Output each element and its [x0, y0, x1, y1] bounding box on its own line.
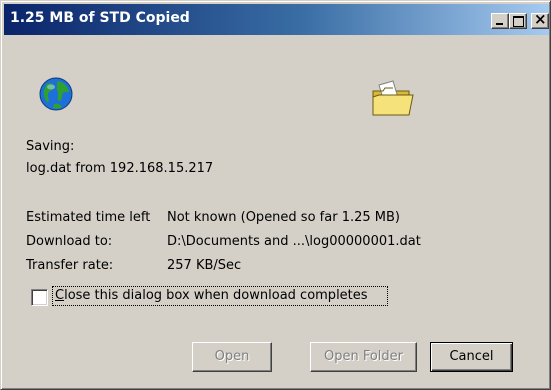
maximize-icon: [513, 16, 524, 27]
transfer-rate-value: 257 KB/Sec: [167, 258, 242, 273]
time-left-value: Not known (Opened so far 1.25 MB): [167, 210, 400, 225]
close-when-done-label[interactable]: Close this dialog box when download comp…: [55, 288, 368, 303]
globe-icon: [39, 77, 73, 111]
time-left-label: Estimated time left: [26, 210, 151, 225]
open-folder-button-label: Open Folder: [323, 349, 404, 364]
maximize-button[interactable]: [509, 13, 527, 29]
cancel-button-label: Cancel: [449, 349, 494, 364]
minimize-button[interactable]: [491, 13, 509, 29]
open-folder-button[interactable]: Open Folder: [310, 342, 417, 372]
open-button-label: Open: [214, 349, 250, 364]
minimize-icon: [496, 23, 503, 25]
close-button[interactable]: ×: [531, 10, 549, 29]
window-title: 1.25 MB of STD Copied: [10, 10, 190, 26]
download-to-value: D:\Documents and ...\log00000001.dat: [167, 234, 421, 249]
download-to-label: Download to:: [26, 234, 113, 249]
open-button[interactable]: Open: [192, 342, 272, 372]
download-dialog: 1.25 MB of STD Copied × Saving: log.dat …: [0, 0, 551, 390]
close-when-done-checkbox[interactable]: [31, 289, 48, 306]
transfer-rate-label: Transfer rate:: [26, 258, 114, 273]
close-icon: ×: [534, 10, 547, 28]
title-bar[interactable]: 1.25 MB of STD Copied ×: [4, 4, 549, 35]
cancel-button[interactable]: Cancel: [430, 342, 513, 372]
status-item: log.dat from 192.168.15.217: [26, 161, 214, 176]
status-action: Saving:: [26, 139, 75, 154]
folder-icon: [372, 80, 414, 116]
